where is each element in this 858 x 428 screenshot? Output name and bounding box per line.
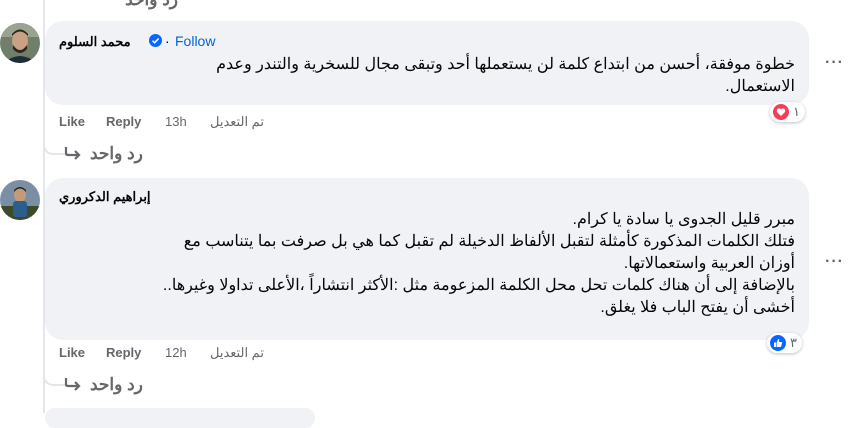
comment-actions: Like Reply 12h تم التعديل [0, 345, 858, 363]
verified-badge-icon [149, 34, 162, 47]
view-replies-link[interactable]: رد واحد [64, 144, 143, 164]
replies-count-label: رد واحد [90, 375, 143, 394]
comment-line: أخشى أن يفتح الباب فلا يغلق. [600, 299, 795, 316]
previous-replies-label: رد واحد [125, 0, 178, 9]
more-options-icon[interactable]: ··· [825, 54, 844, 72]
avatar[interactable] [0, 23, 40, 63]
comment-line: بالإضافة إلى أن هناك كلمات تحل محل الكلم… [162, 277, 795, 294]
next-comment-bubble [45, 408, 315, 428]
reply-arrow-icon [64, 144, 82, 164]
avatar[interactable] [0, 180, 40, 220]
comment-text: خطوة موفقة، أحسن من ابتداع كلمة لن يستعم… [55, 54, 795, 98]
edited-label: تم التعديل [210, 345, 264, 360]
comment-actions: Like Reply 13h تم التعديل [0, 114, 858, 132]
like-button[interactable]: Like [59, 114, 85, 129]
comment-bubble: Follow · محمد السلوم خطوة موفقة، أحسن من… [45, 21, 809, 105]
comment-line: الاستعمال. [725, 78, 795, 95]
view-replies-link[interactable]: رد واحد [64, 375, 143, 395]
more-options-icon[interactable]: ··· [825, 253, 844, 271]
edited-label: تم التعديل [210, 114, 264, 129]
comment-line: أوزان العربية واستعمالاتها. [623, 255, 795, 272]
like-button[interactable]: Like [59, 345, 85, 360]
comment-timestamp[interactable]: 13h [165, 114, 187, 129]
comment-line: خطوة موفقة، أحسن من ابتداع كلمة لن يستعم… [216, 56, 795, 73]
comment-line: مبرر قليل الجدوى يا سادة يا كرام. [572, 211, 796, 228]
replies-count-label: رد واحد [90, 144, 143, 163]
comment-text: مبرر قليل الجدوى يا سادة يا كرام. فتلك ا… [55, 209, 795, 319]
follow-button[interactable]: Follow [175, 33, 215, 49]
dot-separator: · [165, 33, 170, 49]
comment-author[interactable]: محمد السلوم [59, 34, 131, 50]
comment-author[interactable]: إبراهيم الدكروري [59, 189, 151, 205]
reply-arrow-icon [64, 375, 82, 395]
previous-replies-link[interactable]: رد واحد [125, 0, 178, 10]
comment-line: فتلك الكلمات المذكورة كأمثلة لتقبل الألف… [183, 233, 795, 250]
comment-timestamp[interactable]: 12h [165, 345, 187, 360]
reply-button[interactable]: Reply [106, 345, 141, 360]
comment-bubble: إبراهيم الدكروري مبرر قليل الجدوى يا ساد… [45, 178, 809, 340]
reply-button[interactable]: Reply [106, 114, 141, 129]
